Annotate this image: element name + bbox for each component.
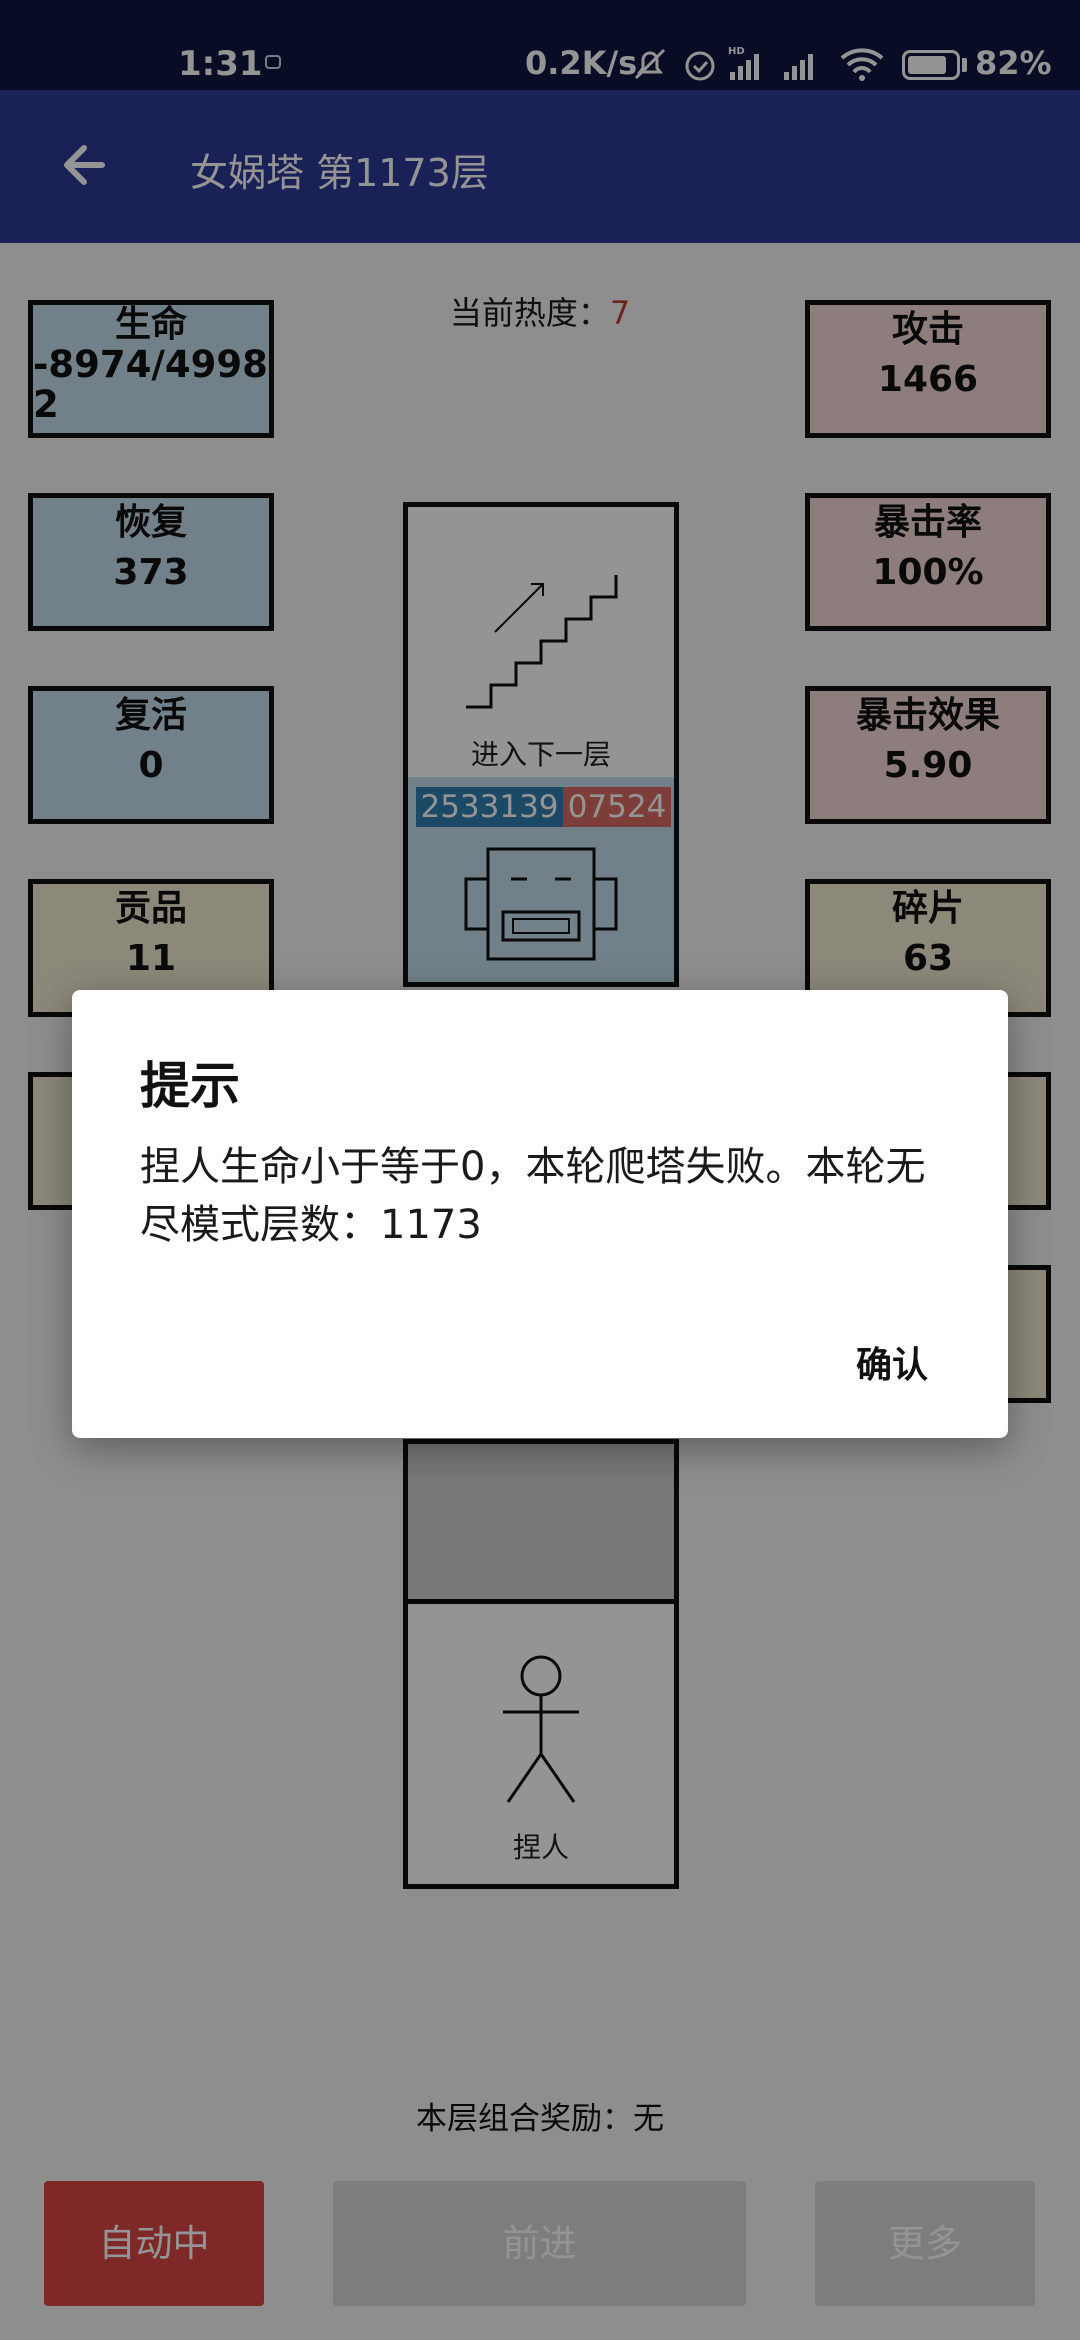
alert-dialog: 提示 捏人生命小于等于0，本轮爬塔失败。本轮无尽模式层数：1173 确认 (72, 990, 1008, 1438)
dialog-title: 提示 (140, 1057, 240, 1115)
confirm-button[interactable]: 确认 (856, 1330, 928, 1394)
dialog-message: 捏人生命小于等于0，本轮爬塔失败。本轮无尽模式层数：1173 (140, 1144, 926, 1248)
